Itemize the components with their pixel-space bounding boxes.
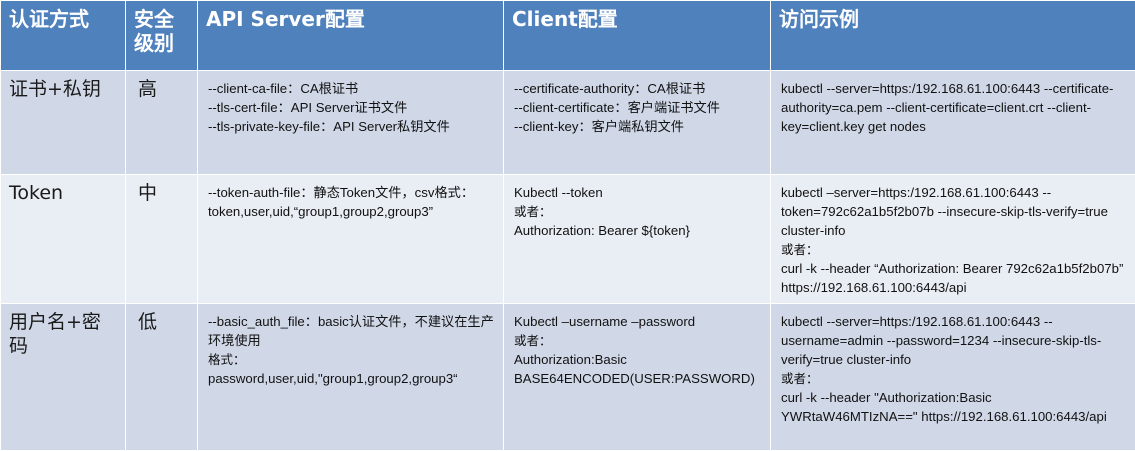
config-line: password,user,uid,"group1,group2,group3“	[208, 369, 497, 388]
example-line: kubectl --server=https:/192.168.61.100:6…	[781, 79, 1129, 136]
config-line: --client-ca-file：CA根证书	[208, 79, 497, 98]
header-example: 访问示例	[771, 1, 1135, 71]
auth-methods-table: 认证方式 安全级别 API Server配置 Client配置 访问示例 证书+…	[0, 0, 1135, 451]
security-level-cell: 中	[126, 175, 198, 304]
header-client-config: Client配置	[504, 1, 771, 71]
table-row: 用户名+密码 低 --basic_auth_file：basic认证文件，不建议…	[1, 304, 1135, 451]
server-config-cell: --token-auth-file：静态Token文件，csv格式： token…	[198, 175, 504, 304]
client-config-cell: --certificate-authority：CA根证书 --client-c…	[504, 71, 771, 175]
auth-method-cell: Token	[1, 175, 126, 304]
config-line: 或者：	[514, 202, 764, 221]
config-line: --tls-private-key-file：API Server私钥文件	[208, 117, 497, 136]
example-cell: kubectl --server=https:/192.168.61.100:6…	[771, 71, 1135, 175]
config-line: Authorization: Bearer ${token}	[514, 221, 764, 240]
example-cell: kubectl --server=https:/192.168.61.100:6…	[771, 304, 1135, 451]
config-line: --client-certificate：客户端证书文件	[514, 98, 764, 117]
config-line: --basic_auth_file：basic认证文件，不建议在生产环境使用	[208, 312, 497, 350]
client-config-cell: Kubectl –username –password 或者： Authoriz…	[504, 304, 771, 451]
table-row: 证书+私钥 高 --client-ca-file：CA根证书 --tls-cer…	[1, 71, 1135, 175]
example-line: curl -k --header "Authorization:Basic YW…	[781, 388, 1129, 426]
example-line: 或者：	[781, 369, 1129, 388]
header-server-config: API Server配置	[198, 1, 504, 71]
example-line: kubectl –server=https:/192.168.61.100:64…	[781, 183, 1129, 240]
auth-method-cell: 用户名+密码	[1, 304, 126, 451]
header-method: 认证方式	[1, 1, 126, 71]
config-line: Kubectl --token	[514, 183, 764, 202]
config-line: --certificate-authority：CA根证书	[514, 79, 764, 98]
header-row: 认证方式 安全级别 API Server配置 Client配置 访问示例	[1, 1, 1135, 71]
config-line: Authorization:Basic BASE64ENCODED(USER:P…	[514, 350, 764, 388]
example-line: kubectl --server=https:/192.168.61.100:6…	[781, 312, 1129, 369]
config-line: --client-key：客户端私钥文件	[514, 117, 764, 136]
table-row: Token 中 --token-auth-file：静态Token文件，csv格…	[1, 175, 1135, 304]
server-config-cell: --client-ca-file：CA根证书 --tls-cert-file：A…	[198, 71, 504, 175]
config-line: Kubectl –username –password	[514, 312, 764, 331]
config-line: --tls-cert-file：API Server证书文件	[208, 98, 497, 117]
example-line: curl -k --header “Authorization: Bearer …	[781, 259, 1129, 297]
example-line: 或者：	[781, 240, 1129, 259]
config-line: 或者：	[514, 331, 764, 350]
config-line: --token-auth-file：静态Token文件，csv格式：	[208, 183, 497, 202]
client-config-cell: Kubectl --token 或者： Authorization: Beare…	[504, 175, 771, 304]
security-level-cell: 低	[126, 304, 198, 451]
server-config-cell: --basic_auth_file：basic认证文件，不建议在生产环境使用 格…	[198, 304, 504, 451]
config-line: 格式：	[208, 350, 497, 369]
example-cell: kubectl –server=https:/192.168.61.100:64…	[771, 175, 1135, 304]
security-level-cell: 高	[126, 71, 198, 175]
auth-method-cell: 证书+私钥	[1, 71, 126, 175]
header-level: 安全级别	[126, 1, 198, 71]
config-line: token,user,uid,“group1,group2,group3”	[208, 202, 497, 221]
